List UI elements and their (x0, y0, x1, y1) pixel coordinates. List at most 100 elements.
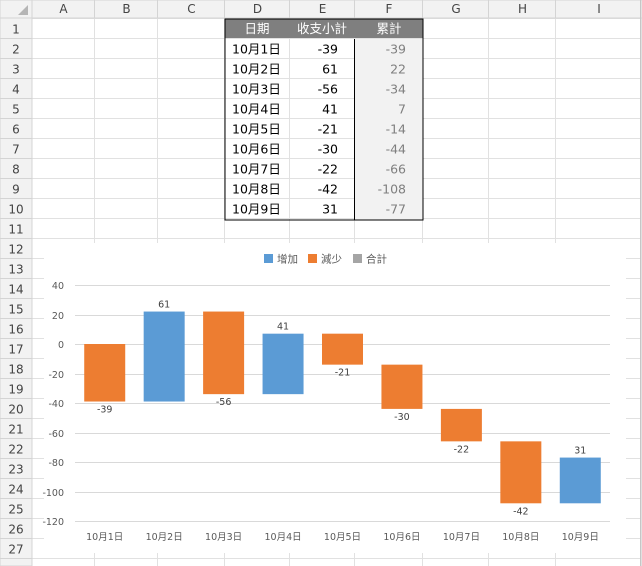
row-header-10[interactable]: 10 (8, 203, 23, 217)
x-tick-label: 10月6日 (383, 532, 420, 543)
date-cell[interactable]: 10月8日 (232, 182, 281, 197)
row-header-15[interactable]: 15 (8, 303, 23, 317)
cumulative-cell[interactable]: -66 (386, 162, 406, 177)
column-header-G[interactable]: G (451, 2, 460, 16)
legend-label-0[interactable]: 增加 (277, 253, 298, 266)
row-header-5[interactable]: 5 (12, 103, 20, 117)
column-header-F[interactable]: F (386, 2, 393, 16)
date-cell[interactable]: 10月5日 (232, 122, 281, 137)
waterfall-chart[interactable]: 增加 減少 合計 40 20 0 -20 -40 -60 -80 -100 -120 -39 61 -5… (42, 243, 626, 553)
row-header-21[interactable]: 21 (8, 423, 23, 437)
date-cell[interactable]: 10月6日 (232, 142, 281, 157)
row-header-25[interactable]: 25 (8, 503, 23, 517)
y-tick-label: -20 (48, 370, 64, 381)
waterfall-bar[interactable] (322, 333, 363, 365)
y-tick-label: -120 (42, 517, 64, 528)
legend-swatch-1 (308, 254, 317, 263)
column-header-E[interactable]: E (319, 2, 327, 16)
row-header-3[interactable]: 3 (12, 63, 20, 77)
bar-value-label: -39 (97, 405, 113, 416)
bar-value-label: 61 (158, 300, 170, 311)
row-header-2[interactable]: 2 (12, 43, 20, 57)
row-header-26[interactable]: 26 (8, 523, 23, 537)
chart-legend[interactable]: 增加 減少 合計 (264, 253, 387, 266)
amount-cell[interactable]: -21 (318, 122, 338, 137)
row-header-27[interactable]: 27 (8, 543, 23, 557)
amount-cell[interactable]: -42 (318, 182, 338, 197)
cumulative-cell[interactable]: -39 (386, 42, 406, 57)
cumulative-cell[interactable]: -108 (378, 182, 406, 197)
chart-area[interactable] (44, 243, 626, 553)
bar-value-label: -30 (394, 412, 410, 423)
waterfall-bar[interactable] (262, 333, 304, 395)
amount-cell[interactable]: 31 (322, 202, 338, 217)
waterfall-bar[interactable] (143, 311, 185, 402)
table-header-date[interactable]: 日期 (244, 21, 269, 36)
amount-cell[interactable]: -56 (318, 82, 338, 97)
row-header-20[interactable]: 20 (8, 403, 23, 417)
row-header-8[interactable]: 8 (12, 163, 20, 177)
column-header-A[interactable]: A (59, 2, 68, 16)
amount-cell[interactable]: 61 (322, 62, 338, 77)
cumulative-cell[interactable]: -44 (386, 142, 406, 157)
row-header-17[interactable]: 17 (8, 343, 23, 357)
amount-cell[interactable]: -39 (318, 42, 338, 57)
bar-value-label: -22 (454, 444, 470, 455)
row-header-22[interactable]: 22 (8, 443, 23, 457)
date-cell[interactable]: 10月3日 (232, 82, 281, 97)
waterfall-bar[interactable] (84, 344, 126, 402)
column-header-B[interactable]: B (122, 2, 130, 16)
row-header-16[interactable]: 16 (8, 323, 23, 337)
row-header-11[interactable]: 11 (8, 223, 23, 237)
spreadsheet[interactable]: ABCDEFGHI 123456789101112131415161718192… (0, 0, 642, 566)
y-tick-label: 20 (52, 311, 64, 322)
cumulative-cell[interactable]: 22 (390, 62, 406, 77)
table-header-amount[interactable]: 收支小計 (297, 21, 347, 36)
row-header-13[interactable]: 13 (8, 263, 23, 277)
cumulative-cell[interactable]: -14 (386, 122, 406, 137)
row-header-24[interactable]: 24 (8, 483, 23, 497)
row-header-9[interactable]: 9 (12, 183, 20, 197)
column-header-D[interactable]: D (253, 2, 262, 16)
date-cell[interactable]: 10月1日 (232, 42, 281, 57)
date-cell[interactable]: 10月7日 (232, 162, 281, 177)
waterfall-bar[interactable] (203, 311, 245, 395)
row-header-19[interactable]: 19 (8, 383, 23, 397)
x-tick-label: 10月9日 (562, 532, 599, 543)
waterfall-bar[interactable] (381, 364, 423, 409)
bar-value-label: 31 (574, 446, 586, 457)
x-tick-label: 10月3日 (205, 532, 242, 543)
x-tick-label: 10月1日 (86, 532, 123, 543)
row-header-18[interactable]: 18 (8, 363, 23, 377)
legend-label-1[interactable]: 減少 (321, 253, 342, 266)
waterfall-bar[interactable] (500, 441, 542, 504)
column-header-H[interactable]: H (518, 2, 527, 16)
column-header-I[interactable]: I (597, 2, 601, 16)
x-tick-label: 10月8日 (502, 532, 539, 543)
row-header-14[interactable]: 14 (8, 283, 23, 297)
legend-label-2[interactable]: 合計 (366, 253, 387, 266)
date-cell[interactable]: 10月4日 (232, 102, 281, 117)
date-cell[interactable]: 10月2日 (232, 62, 281, 77)
amount-cell[interactable]: -22 (318, 162, 338, 177)
table-header-cumulative[interactable]: 累計 (376, 21, 401, 36)
cumulative-cell[interactable]: -34 (386, 82, 406, 97)
y-tick-label: -60 (48, 429, 64, 440)
amount-cell[interactable]: -30 (318, 142, 338, 157)
row-header-6[interactable]: 6 (12, 123, 20, 137)
waterfall-bar[interactable] (440, 408, 482, 442)
waterfall-bar[interactable] (559, 457, 601, 504)
row-header-7[interactable]: 7 (12, 143, 20, 157)
row-header-1[interactable]: 1 (12, 23, 20, 37)
column-header-C[interactable]: C (187, 2, 195, 16)
amount-cell[interactable]: 41 (322, 102, 338, 117)
cumulative-cell[interactable]: 7 (398, 102, 406, 117)
date-cell[interactable]: 10月9日 (232, 202, 281, 217)
cumulative-cell[interactable]: -77 (386, 202, 406, 217)
y-tick-label: 0 (58, 340, 64, 351)
row-header-12[interactable]: 12 (8, 243, 23, 257)
y-tick-label: -100 (42, 488, 64, 499)
row-header-23[interactable]: 23 (8, 463, 23, 477)
y-tick-label: 40 (52, 281, 64, 292)
row-header-4[interactable]: 4 (12, 83, 20, 97)
